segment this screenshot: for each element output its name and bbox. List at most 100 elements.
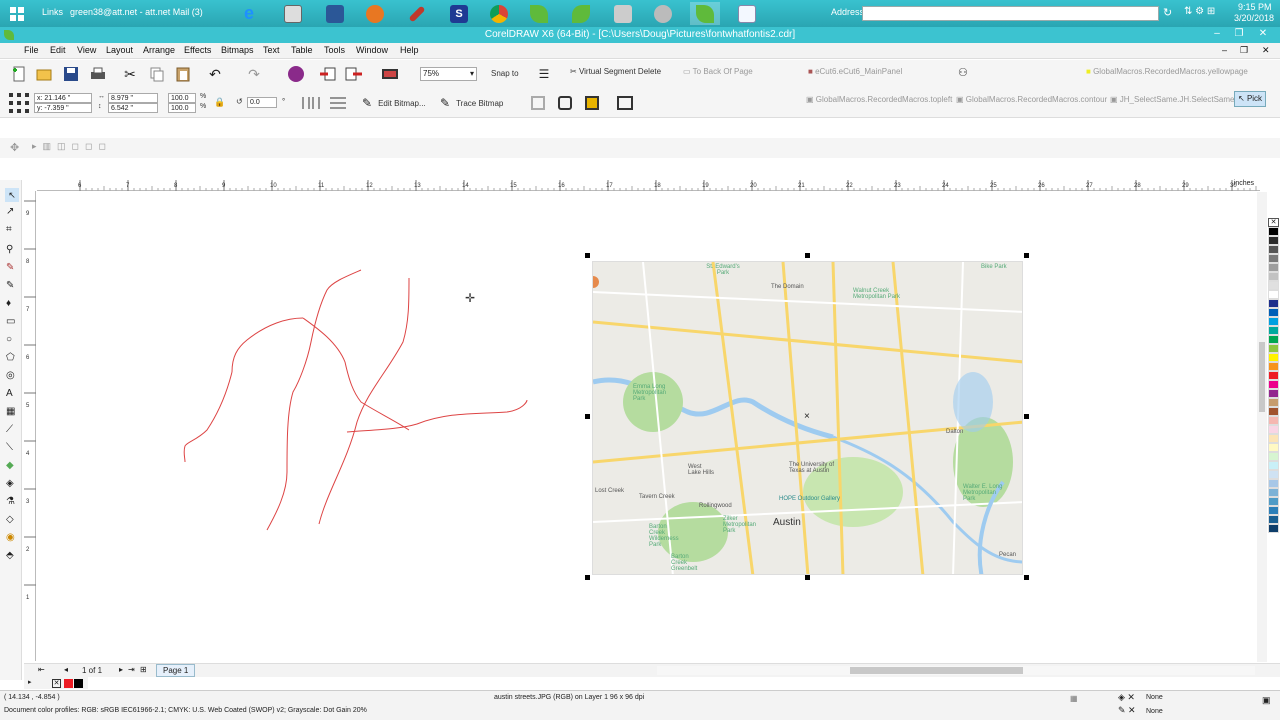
palette-swatch[interactable] bbox=[1268, 479, 1279, 488]
palette-swatch[interactable] bbox=[1268, 254, 1279, 263]
snap-to-button[interactable]: Snap to bbox=[491, 69, 519, 78]
freehand-tool-icon[interactable]: ✎ bbox=[6, 262, 14, 273]
open-button[interactable] bbox=[35, 65, 53, 83]
minimize-icon[interactable]: – bbox=[1208, 28, 1226, 39]
text-tool-icon[interactable]: A bbox=[6, 388, 13, 399]
swatch-none[interactable]: ✕ bbox=[52, 679, 61, 688]
chrome-taskbar-button[interactable] bbox=[484, 2, 514, 25]
palette-swatch[interactable] bbox=[1268, 470, 1279, 479]
rotation-field[interactable]: 0.0 bbox=[247, 97, 277, 108]
calendar-taskbar-button[interactable] bbox=[278, 2, 308, 25]
palette-swatch[interactable] bbox=[1268, 398, 1279, 407]
scale-y-field[interactable]: 100.0 bbox=[168, 103, 196, 113]
pick-tool-icon[interactable]: ↖ bbox=[5, 188, 19, 202]
prev-page-icon[interactable]: ◂ bbox=[64, 665, 68, 674]
s-app-taskbar-button[interactable]: S bbox=[444, 2, 474, 25]
color-profiles[interactable]: Document color profiles: RGB: sRGB IEC61… bbox=[4, 707, 367, 714]
palette-swatch[interactable] bbox=[1268, 389, 1279, 398]
restore-icon[interactable]: ❐ bbox=[1230, 28, 1248, 39]
fill-tool-icon[interactable]: ◉ bbox=[6, 532, 15, 543]
horizontal-scrollbar[interactable] bbox=[657, 666, 1255, 675]
to-back-of-page-button[interactable]: ▭ To Back Of Page bbox=[683, 67, 753, 76]
horizontal-scroll-thumb[interactable] bbox=[850, 667, 1023, 674]
ellipse-tool-icon[interactable]: ○ bbox=[6, 334, 12, 345]
vertical-scrollbar[interactable] bbox=[1257, 192, 1267, 662]
menu-help[interactable]: Help bbox=[400, 45, 419, 55]
menu-edit[interactable]: Edit bbox=[50, 45, 66, 55]
palette-swatch[interactable] bbox=[1268, 326, 1279, 335]
table-tool-icon[interactable]: ▦ bbox=[6, 406, 15, 417]
doc-close-icon[interactable]: ✕ bbox=[1262, 45, 1270, 56]
selection-center-icon[interactable]: × bbox=[804, 411, 810, 422]
paint-taskbar-button[interactable] bbox=[360, 2, 390, 25]
status-grid-icon[interactable]: ▦ bbox=[1070, 694, 1078, 703]
close-icon[interactable]: ✕ bbox=[1254, 28, 1272, 39]
clock-date[interactable]: 3/20/2018 bbox=[1234, 13, 1274, 23]
palette-swatch[interactable] bbox=[1268, 488, 1279, 497]
corel-active-taskbar-button[interactable] bbox=[690, 2, 720, 25]
palette-swatch[interactable] bbox=[1268, 281, 1279, 290]
palette-swatch[interactable] bbox=[1268, 263, 1279, 272]
macro-contour-button[interactable]: ▣ GlobalMacros.RecordedMacros.contour bbox=[956, 95, 1107, 104]
bitmap-color-mask-button[interactable] bbox=[582, 94, 602, 112]
first-page-icon[interactable]: ⇤ bbox=[38, 665, 45, 674]
printer-taskbar-button[interactable] bbox=[608, 2, 638, 25]
selection-handle-tr[interactable] bbox=[1024, 253, 1029, 258]
address-input[interactable] bbox=[862, 6, 1159, 21]
doc-minimize-icon[interactable]: – bbox=[1222, 45, 1227, 55]
palette-swatch[interactable] bbox=[1268, 335, 1279, 344]
palette-swatch[interactable] bbox=[1268, 344, 1279, 353]
fill-indicator-icon[interactable]: ◈ ✕ bbox=[1118, 692, 1135, 703]
selection-handle-tm[interactable] bbox=[805, 253, 810, 258]
virtual-segment-delete-button[interactable]: ✂ Virtual Segment Delete bbox=[570, 67, 661, 76]
connector-tool-icon[interactable]: ⟍ bbox=[6, 442, 13, 453]
rectangle-tool-icon[interactable]: ▭ bbox=[6, 316, 15, 327]
start-button[interactable] bbox=[2, 2, 32, 25]
menu-arrange[interactable]: Arrange bbox=[143, 45, 175, 55]
scanner-taskbar-button[interactable] bbox=[648, 2, 678, 25]
selection-handle-bl[interactable] bbox=[585, 575, 590, 580]
menu-tools[interactable]: Tools bbox=[324, 45, 345, 55]
mail-link[interactable]: green38@att.net - att.net Mail (3) bbox=[70, 7, 203, 17]
menu-view[interactable]: View bbox=[77, 45, 96, 55]
palette-swatch[interactable] bbox=[1268, 425, 1279, 434]
notepad-taskbar-button[interactable] bbox=[732, 2, 762, 25]
zoom-level-select[interactable]: 75% ▾ bbox=[420, 67, 477, 81]
menu-file[interactable]: File bbox=[24, 45, 39, 55]
palette-swatch[interactable] bbox=[1268, 407, 1279, 416]
vertical-scroll-thumb[interactable] bbox=[1259, 342, 1265, 412]
zoom-tool-icon[interactable]: ⚲ bbox=[6, 244, 13, 255]
basic-shapes-tool-icon[interactable]: ◎ bbox=[6, 370, 15, 381]
palette-swatch[interactable] bbox=[1268, 524, 1279, 533]
palette-swatch[interactable] bbox=[1268, 452, 1279, 461]
outline-indicator-icon[interactable]: ✎ ✕ bbox=[1118, 705, 1136, 716]
palette-swatch[interactable] bbox=[1268, 461, 1279, 470]
palette-swatch[interactable] bbox=[1268, 434, 1279, 443]
corel-taskbar-button[interactable] bbox=[524, 2, 554, 25]
selection-handle-br[interactable] bbox=[1024, 575, 1029, 580]
crop-bitmap-button[interactable] bbox=[528, 94, 548, 112]
add-page-icon[interactable]: ⊞ bbox=[140, 665, 147, 674]
x-position-field[interactable]: x: 21.146 " bbox=[34, 93, 92, 103]
doc-restore-icon[interactable]: ❐ bbox=[1240, 45, 1248, 56]
selection-handle-tl[interactable] bbox=[585, 253, 590, 258]
menu-bitmaps[interactable]: Bitmaps bbox=[221, 45, 254, 55]
trace-bitmap-button[interactable]: ✎ Trace Bitmap bbox=[440, 94, 520, 112]
pen-taskbar-button[interactable] bbox=[402, 2, 432, 25]
menu-window[interactable]: Window bbox=[356, 45, 388, 55]
lock-ratio-icon[interactable]: 🔒 bbox=[214, 97, 225, 108]
clock-time[interactable]: 9:15 PM bbox=[1238, 2, 1272, 12]
save-button[interactable] bbox=[62, 65, 80, 83]
macro-yellowpage-button[interactable]: ■ GlobalMacros.RecordedMacros.yellowpage bbox=[1086, 67, 1248, 76]
color-palette[interactable]: ✕ bbox=[1267, 218, 1280, 663]
refresh-icon[interactable]: ↻ bbox=[1163, 6, 1172, 19]
transform-icon[interactable]: ✥ bbox=[10, 141, 19, 154]
palette-swatch[interactable] bbox=[1268, 515, 1279, 524]
width-field[interactable]: 8.979 " bbox=[108, 93, 158, 103]
mirror-vertical-button[interactable] bbox=[327, 94, 349, 112]
palette-swatch[interactable] bbox=[1268, 353, 1279, 362]
word-taskbar-button[interactable] bbox=[320, 2, 350, 25]
undo-button[interactable]: ↶ bbox=[206, 65, 224, 83]
edit-bitmap-button[interactable]: ✎ Edit Bitmap... bbox=[362, 94, 432, 112]
print-button[interactable] bbox=[89, 65, 107, 83]
